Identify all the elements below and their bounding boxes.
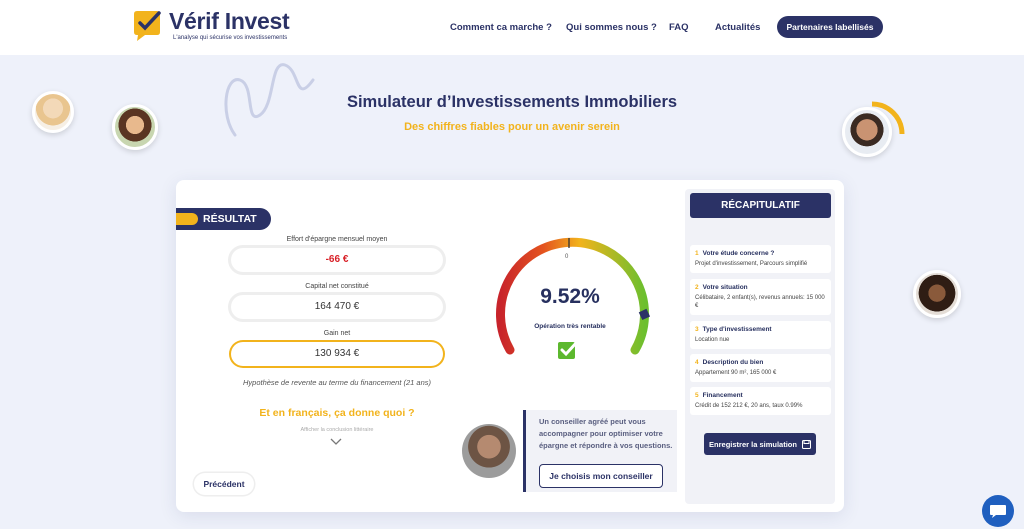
result-tab-accent [176, 213, 198, 225]
result-tab-label: RÉSULTAT [203, 213, 257, 225]
recap-item-number: 5 [695, 392, 699, 399]
recap-item-value: Célibataire, 2 enfant(s), revenus annuel… [695, 295, 825, 309]
advisor-photo [462, 424, 516, 478]
recap-item-value: Appartement 90 m², 165 000 € [695, 370, 777, 376]
floppy-disk-icon [801, 439, 811, 449]
recap-item-number: 3 [695, 326, 699, 333]
chevron-down-icon[interactable] [330, 438, 342, 446]
nav-faq[interactable]: FAQ [669, 22, 689, 33]
avatar-right-2 [913, 270, 961, 318]
nav-news[interactable]: Actualités [715, 22, 760, 33]
resale-hypothesis: Hypothèse de revente au terme du finance… [242, 378, 432, 387]
recap-item-value: Crédit de 152 212 €, 20 ans, taux 0.99% [695, 403, 803, 409]
recap-item-title: Description du bien [702, 359, 764, 366]
logo-check-icon [134, 11, 161, 41]
page-subtitle: Des chiffres fiables pour un avenir sere… [404, 121, 620, 133]
recap-item-financing[interactable]: 5 Financement Crédit de 152 212 €, 20 ans… [690, 387, 831, 415]
nav-how-it-works[interactable]: Comment ca marche ? [450, 22, 552, 33]
recap-item-title: Votre étude concerne ? [702, 250, 775, 257]
save-simulation-label: Enregistrer la simulation [709, 439, 797, 449]
chat-launcher-button[interactable] [982, 495, 1014, 527]
recap-item-number: 4 [695, 359, 699, 366]
checkmark-icon [558, 340, 579, 359]
gauge-zero-label: 0 [565, 254, 569, 260]
chat-bubble-icon [990, 505, 1006, 518]
recap-item-investment-type[interactable]: 3 Type d'investissement Location nue [690, 321, 831, 349]
brand-tagline: L'analyse qui sécurise vos investissemen… [173, 35, 288, 41]
profitability-caption: Opération très rentable [534, 323, 606, 330]
recap-item-situation[interactable]: 2 Votre situation Célibataire, 2 enfant(s… [690, 279, 831, 315]
recap-title: RÉCAPITULATIF [690, 193, 831, 218]
save-simulation-button[interactable]: Enregistrer la simulation [704, 433, 816, 455]
show-conclusion-link[interactable]: Afficher la conclusion littéraire [231, 427, 443, 433]
net-gain-value: 130 934 € [231, 342, 443, 366]
brand-logo[interactable]: Vérif Invest L'analyse qui sécurise vos … [131, 8, 301, 46]
recap-item-property[interactable]: 4 Description du bien Appartement 90 m², … [690, 354, 831, 382]
partners-button[interactable]: Partenaires labellisés [777, 16, 883, 38]
recap-item-number: 1 [695, 250, 699, 257]
recap-item-title: Votre situation [702, 284, 748, 291]
savings-effort-label: Effort d'épargne mensuel moyen [286, 236, 388, 243]
recap-item-value: Projet d'investissement, Parcours simpli… [695, 261, 808, 267]
page-title: Simulateur d’Investissements Immobiliers [346, 93, 678, 111]
savings-effort-value: -66 € [231, 248, 443, 272]
result-tab: RÉSULTAT [176, 208, 271, 230]
site-header: Vérif Invest L'analyse qui sécurise vos … [0, 0, 1024, 55]
recap-item-title: Type d'investissement [702, 326, 772, 333]
plain-french-title: Et en français, ça donne quoi ? [259, 407, 415, 419]
advisor-message: Un conseiller agréé peut vous accompagne… [539, 417, 673, 450]
net-capital-value: 164 470 € [231, 295, 443, 319]
previous-button[interactable]: Précédent [194, 473, 254, 495]
nav-about-us[interactable]: Qui sommes nous ? [566, 22, 657, 33]
net-gain-label: Gain net [323, 330, 351, 337]
recap-item-value: Location nue [695, 337, 730, 343]
recap-item-number: 2 [695, 284, 699, 291]
net-capital-label: Capital net constitué [305, 283, 369, 290]
brand-name: Vérif Invest [169, 8, 290, 34]
recap-item-study[interactable]: 1 Votre étude concerne ? Projet d'investi… [690, 245, 831, 273]
profitability-value: 9.52% [540, 285, 600, 308]
recap-item-title: Financement [702, 392, 743, 399]
choose-advisor-button[interactable]: Je choisis mon conseiller [539, 464, 663, 488]
